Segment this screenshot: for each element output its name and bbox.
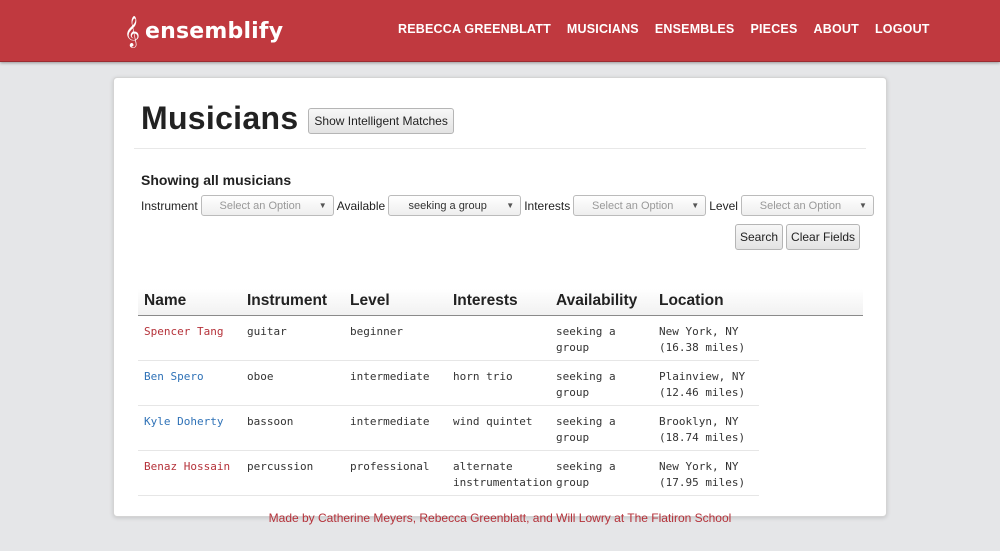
availability-cell: seeking a group <box>556 370 616 399</box>
musician-name-link[interactable]: Kyle Doherty <box>138 406 241 450</box>
interests-cell: horn trio <box>453 370 513 383</box>
availability-cell: seeking a group <box>556 325 616 354</box>
availability-select[interactable]: seeking a group ▼ <box>388 195 522 216</box>
interests-filter-label: Interests <box>524 198 571 213</box>
dropdown-caret-icon: ▼ <box>691 201 700 210</box>
availability-cell: seeking a group <box>556 460 616 489</box>
treble-clef-icon: 𝄞 <box>124 16 140 47</box>
dropdown-caret-icon: ▼ <box>858 201 867 210</box>
nav-about[interactable]: ABOUT <box>814 22 859 36</box>
level-select[interactable]: Select an Option ▼ <box>740 195 874 216</box>
interests-select[interactable]: Select an Option ▼ <box>573 195 707 216</box>
brand-logo[interactable]: 𝄞 ensemblify <box>124 15 283 47</box>
divider <box>134 148 866 149</box>
instrument-cell: percussion <box>247 460 314 473</box>
level-cell: intermediate <box>350 415 430 428</box>
distance-text: (16.38 miles) <box>659 341 746 354</box>
filter-actions: Search Clear Fields <box>735 224 861 250</box>
musicians-table: Name Instrument Level Interests Availabi… <box>138 289 863 496</box>
nav-ensembles[interactable]: ENSEMBLES <box>655 22 735 36</box>
availability-select-value: seeking a group <box>408 199 487 212</box>
column-header-instrument[interactable]: Instrument <box>241 292 344 315</box>
level-cell: intermediate <box>350 370 430 383</box>
column-header-location[interactable]: Location <box>653 292 756 315</box>
top-navbar: 𝄞 ensemblify REBECCA GREENBLATT MUSICIAN… <box>0 0 1000 62</box>
level-cell: beginner <box>350 325 403 338</box>
level-cell: professional <box>350 460 430 473</box>
location-text: New York, NY <box>659 460 739 473</box>
instrument-filter-label: Instrument <box>141 198 198 213</box>
availability-cell: seeking a group <box>556 415 616 444</box>
interests-cell: wind quintet <box>453 415 533 428</box>
brand-name: ensemblify <box>144 18 284 44</box>
distance-text: (12.46 miles) <box>659 386 746 399</box>
interests-cell <box>447 316 550 360</box>
level-select-value: Select an Option <box>759 199 842 212</box>
page-title: Musicians <box>141 100 299 136</box>
location-cell: New York, NY (16.38 miles) <box>653 316 756 360</box>
filter-bar: Instrument Select an Option ▼ Available … <box>141 195 877 216</box>
location-cell: Plainview, NY (12.46 miles) <box>653 361 756 405</box>
column-header-availability[interactable]: Availability <box>550 292 653 315</box>
dropdown-caret-icon: ▼ <box>506 201 515 210</box>
location-cell: New York, NY (17.95 miles) <box>653 451 756 495</box>
table-row: Spencer Tang guitar beginner seeking a g… <box>138 316 759 361</box>
available-filter-label: Available <box>336 198 386 213</box>
title-row: Musicians Show Intelligent Matches <box>141 100 454 137</box>
nav-pieces[interactable]: PIECES <box>750 22 797 36</box>
instrument-select-value: Select an Option <box>219 199 301 212</box>
nav-musicians[interactable]: MUSICIANS <box>567 22 639 36</box>
table-row: Benaz Hossain percussion professional al… <box>138 451 759 496</box>
musician-name-link[interactable]: Ben Spero <box>138 361 241 405</box>
nav-logout[interactable]: LOGOUT <box>875 22 930 36</box>
table-header-row: Name Instrument Level Interests Availabi… <box>138 289 863 316</box>
musician-name-link[interactable]: Benaz Hossain <box>138 451 241 495</box>
instrument-cell: oboe <box>247 370 274 383</box>
dropdown-caret-icon: ▼ <box>318 201 327 210</box>
location-text: Brooklyn, NY <box>659 415 739 428</box>
column-header-name[interactable]: Name <box>138 292 241 315</box>
content-card: Musicians Show Intelligent Matches Showi… <box>113 77 887 517</box>
location-text: Plainview, NY <box>659 370 746 383</box>
location-cell: Brooklyn, NY (18.74 miles) <box>653 406 756 450</box>
musician-name-link[interactable]: Spencer Tang <box>138 316 241 360</box>
interests-cell: alternate instrumentation <box>453 460 553 489</box>
show-intelligent-matches-button[interactable]: Show Intelligent Matches <box>308 107 454 134</box>
location-text: New York, NY <box>659 325 739 338</box>
interests-select-value: Select an Option <box>592 199 674 212</box>
level-filter-label: Level <box>709 198 738 213</box>
clear-fields-button[interactable]: Clear Fields <box>786 224 861 250</box>
main-nav: REBECCA GREENBLATT MUSICIANS ENSEMBLES P… <box>398 22 946 36</box>
instrument-cell: bassoon <box>247 415 294 428</box>
column-header-level[interactable]: Level <box>344 292 447 315</box>
nav-user-profile[interactable]: REBECCA GREENBLATT <box>398 22 551 36</box>
results-subheading: Showing all musicians <box>141 172 292 188</box>
distance-text: (17.95 miles) <box>659 476 746 489</box>
search-button[interactable]: Search <box>735 224 784 250</box>
table-row: Kyle Doherty bassoon intermediate wind q… <box>138 406 759 451</box>
instrument-select[interactable]: Select an Option ▼ <box>200 195 334 216</box>
table-row: Ben Spero oboe intermediate horn trio se… <box>138 361 759 406</box>
instrument-cell: guitar <box>247 325 287 338</box>
distance-text: (18.74 miles) <box>659 431 746 444</box>
footer-credits: Made by Catherine Meyers, Rebecca Greenb… <box>268 511 732 525</box>
column-header-interests[interactable]: Interests <box>447 292 550 315</box>
